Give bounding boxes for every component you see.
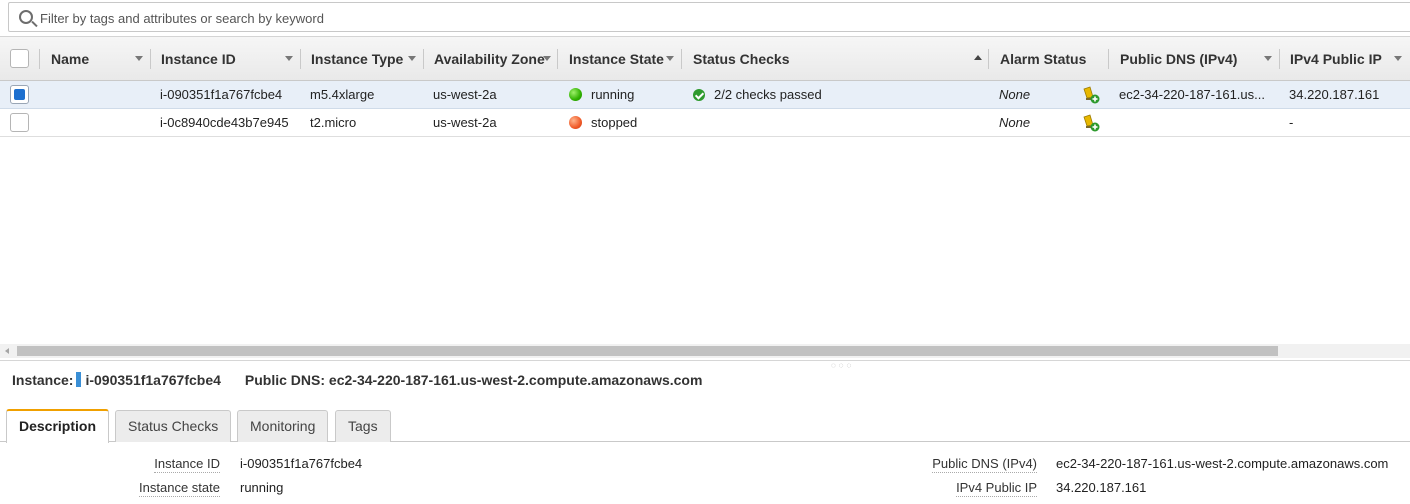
sort-ascending-icon[interactable] xyxy=(974,55,982,60)
cell-status-checks[interactable]: 2/2 checks passed xyxy=(714,81,822,108)
pane-splitter[interactable] xyxy=(0,360,1410,361)
scroll-left-icon[interactable] xyxy=(5,348,9,354)
column-header-status-checks[interactable]: Status Checks xyxy=(693,37,789,81)
cell-ipv4-public-ip: - xyxy=(1289,115,1294,130)
column-header-instance-state[interactable]: Instance State xyxy=(569,37,664,81)
cell-ipv4-public-ip: 34.220.187.161 xyxy=(1289,87,1380,102)
field-label-instance-state: Instance state xyxy=(139,480,220,497)
cell-availability-zone: us-west-2a xyxy=(433,87,497,102)
chevron-down-icon[interactable] xyxy=(1264,56,1272,61)
instance-id-value: i-090351f1a767fcbe4 xyxy=(85,372,221,388)
resize-grip-icon[interactable]: ◌◌◌ xyxy=(831,362,854,370)
tab-description[interactable]: Description xyxy=(6,409,110,443)
search-box[interactable] xyxy=(8,2,1410,32)
instance-flag-icon xyxy=(76,372,82,387)
field-value-instance-id: i-090351f1a767fcbe4 xyxy=(240,456,363,471)
column-header-ipv4-public-ip[interactable]: IPv4 Public IP xyxy=(1290,37,1382,81)
cell-public-dns: ec2-34-220-187-161.us... xyxy=(1119,87,1265,102)
field-label-ipv4-public-ip: IPv4 Public IP xyxy=(956,480,1037,497)
row-checkbox[interactable] xyxy=(10,113,29,132)
table-row[interactable]: i-090351f1a767fcbe4 m5.4xlarge us-west-2… xyxy=(0,81,1410,109)
field-label-instance-id: Instance ID xyxy=(154,456,220,473)
cell-alarm-status: None xyxy=(999,115,1031,130)
details-summary: Instance: i-090351f1a767fcbe4 Public DNS: … xyxy=(12,371,702,389)
cell-public-dns xyxy=(1119,109,1269,136)
cell-instance-id: i-090351f1a767fcbe4 xyxy=(160,87,283,102)
chevron-down-icon[interactable] xyxy=(1394,56,1402,61)
select-all-checkbox[interactable] xyxy=(10,49,29,68)
column-divider xyxy=(39,49,40,69)
column-divider[interactable] xyxy=(681,49,682,69)
create-alarm-icon[interactable] xyxy=(1081,85,1101,105)
column-divider[interactable] xyxy=(1108,49,1109,69)
tab-tags[interactable]: Tags xyxy=(335,410,391,442)
chevron-down-icon[interactable] xyxy=(408,56,416,61)
cell-instance-state: stopped xyxy=(591,115,638,130)
create-alarm-icon[interactable] xyxy=(1081,113,1101,133)
instance-label: Instance: xyxy=(12,372,74,388)
column-header-instance-id[interactable]: Instance ID xyxy=(161,37,236,81)
column-divider[interactable] xyxy=(1279,49,1280,69)
chevron-down-icon[interactable] xyxy=(666,56,674,61)
field-label-public-dns: Public DNS (IPv4) xyxy=(932,456,1037,473)
search-icon xyxy=(19,10,33,24)
column-header-alarm-status[interactable]: Alarm Status xyxy=(1000,37,1086,81)
scrollbar-thumb[interactable] xyxy=(17,346,1278,356)
cell-availability-zone: us-west-2a xyxy=(433,115,497,130)
tab-status-checks[interactable]: Status Checks xyxy=(115,410,232,442)
search-input[interactable] xyxy=(40,7,940,29)
tab-monitoring[interactable]: Monitoring xyxy=(237,410,329,442)
cell-instance-type: t2.micro xyxy=(310,115,357,130)
table-header: Name Instance ID Instance Type Availabil… xyxy=(0,36,1410,81)
row-checkbox[interactable] xyxy=(10,85,29,104)
horizontal-scrollbar[interactable] xyxy=(0,344,1410,358)
cell-instance-type: m5.4xlarge xyxy=(310,87,375,102)
column-divider[interactable] xyxy=(423,49,424,69)
green-status-dot-icon xyxy=(569,88,582,101)
column-divider[interactable] xyxy=(988,49,989,69)
field-value-instance-state: running xyxy=(240,480,284,495)
column-header-instance-type[interactable]: Instance Type xyxy=(311,37,403,81)
chevron-down-icon[interactable] xyxy=(543,56,551,61)
field-value-ipv4-public-ip: 34.220.187.161 xyxy=(1056,480,1147,495)
chevron-down-icon[interactable] xyxy=(135,56,143,61)
public-dns-label: Public DNS: xyxy=(244,372,326,388)
cell-instance-state: running xyxy=(591,87,635,102)
red-status-dot-icon xyxy=(569,116,582,129)
cell-alarm-status: None xyxy=(999,87,1031,102)
cell-instance-id: i-0c8940cde43b7e945 xyxy=(160,115,289,130)
column-divider[interactable] xyxy=(557,49,558,69)
column-header-availability-zone[interactable]: Availability Zone xyxy=(434,37,545,81)
field-value-public-dns: ec2-34-220-187-161.us-west-2.compute.ama… xyxy=(1056,456,1389,471)
column-divider[interactable] xyxy=(150,49,151,69)
column-divider[interactable] xyxy=(300,49,301,69)
public-dns-value: ec2-34-220-187-161.us-west-2.compute.ama… xyxy=(328,372,703,388)
table-row[interactable]: i-0c8940cde43b7e945 t2.micro us-west-2a … xyxy=(0,109,1410,137)
chevron-down-icon[interactable] xyxy=(285,56,293,61)
column-header-public-dns[interactable]: Public DNS (IPv4) xyxy=(1120,37,1237,81)
check-circle-icon xyxy=(693,89,705,101)
search-bar xyxy=(0,0,1410,36)
column-header-name[interactable]: Name xyxy=(51,37,89,81)
